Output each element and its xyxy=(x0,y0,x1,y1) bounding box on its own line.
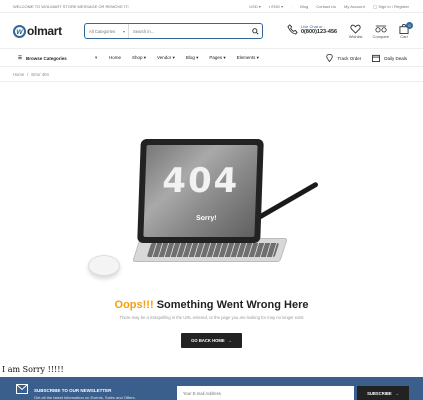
user-icon: ◯ xyxy=(372,4,378,9)
wishlist-button[interactable]: Wishlist xyxy=(349,24,363,39)
search-input[interactable] xyxy=(129,24,248,38)
tablet-illustration: 404 Sorry! xyxy=(137,139,264,243)
envelope-icon xyxy=(16,384,28,394)
signin-link[interactable]: ◯ Sign In / Register xyxy=(373,4,409,9)
breadcrumb: Home / Error 404 xyxy=(13,72,49,77)
breadcrumb-current: Error 404 xyxy=(31,72,49,77)
error-code-graphic: 404 xyxy=(161,161,241,201)
chevron-down-icon: ▾ xyxy=(122,28,125,34)
breadcrumb-bar: Home / Error 404 xyxy=(0,67,423,82)
newsletter-bar: SUBSCRIBE TO OUR NEWSLETTER Get all the … xyxy=(0,377,423,400)
arrow-right-icon: → xyxy=(227,338,232,343)
logo-text: olmart xyxy=(27,24,62,38)
welcome-text: WELCOME TO WOLMART STORE MESSAGE OR REMO… xyxy=(13,4,129,9)
go-back-home-button[interactable]: GO BACK HOME → xyxy=(181,333,242,348)
blog-link[interactable]: Blog xyxy=(300,4,308,9)
heart-icon xyxy=(350,24,361,34)
nav-item-elements[interactable]: Elements ▾ xyxy=(237,55,259,61)
logo[interactable]: w olmart xyxy=(13,24,62,38)
sorry-text: I am Sorry !!!!! xyxy=(2,365,64,374)
cart-count-badge: 0 xyxy=(406,22,413,29)
newsletter-email-input[interactable] xyxy=(177,386,354,400)
search-bar: All Categories ▾ xyxy=(84,23,263,39)
nav-menu: Home Shop ▾ Vendor ▾ Blog ▾ Pages ▾ Elem… xyxy=(109,55,259,61)
chevron-down-icon: ▾ xyxy=(95,55,98,60)
browse-categories-button[interactable]: ☰ Browse Categories ▾ xyxy=(18,55,97,61)
nav-right: Track Order Daily Deals xyxy=(326,54,407,62)
search-category-select[interactable]: All Categories ▾ xyxy=(85,24,129,38)
error-description: There may be a misspelling in the URL en… xyxy=(119,315,304,320)
screen-sorry-text: Sorry! xyxy=(195,215,217,222)
newsletter-title: SUBSCRIBE TO OUR NEWSLETTER xyxy=(34,388,112,393)
nav-item-home[interactable]: Home xyxy=(109,55,121,61)
main-nav: ☰ Browse Categories ▾ Home Shop ▾ Vendor… xyxy=(0,48,423,67)
header-icons: Wishlist Compare 0 Cart xyxy=(349,22,413,39)
calendar-icon xyxy=(372,54,381,62)
mouse-illustration xyxy=(88,255,120,276)
search-button[interactable] xyxy=(248,24,262,38)
currency-select[interactable]: USD ▾ xyxy=(249,4,261,9)
error-title: Oops!!! Something Went Wrong Here xyxy=(114,299,309,311)
daily-deals-link[interactable]: Daily Deals xyxy=(372,54,407,62)
top-bar-links: USD ▾ ▪ ENG ▾ | Blog Contact Us My Accou… xyxy=(249,4,409,9)
account-link[interactable]: My Account xyxy=(344,4,365,9)
compare-button[interactable]: Compare xyxy=(373,24,389,39)
phone-icon xyxy=(287,24,298,35)
newsletter-subtitle: Get all the latest information on Events… xyxy=(34,395,136,400)
location-icon xyxy=(326,54,334,62)
top-bar: WELCOME TO WOLMART STORE MESSAGE OR REMO… xyxy=(0,0,423,13)
compare-icon xyxy=(375,25,387,33)
breadcrumb-separator: / xyxy=(27,72,29,77)
live-chat[interactable]: Live Chat or : 0(800)123-456 xyxy=(287,24,337,35)
nav-item-vendor[interactable]: Vendor ▾ xyxy=(157,55,175,61)
logo-mark: w xyxy=(13,24,26,38)
language-select[interactable]: ▪ ENG ▾ xyxy=(269,4,283,9)
header: w olmart All Categories ▾ Live Chat or :… xyxy=(0,13,423,48)
nav-item-shop[interactable]: Shop ▾ xyxy=(132,55,146,61)
breadcrumb-home[interactable]: Home xyxy=(13,72,24,77)
track-order-link[interactable]: Track Order xyxy=(326,54,361,62)
tablet-screen: 404 Sorry! xyxy=(143,145,258,237)
cart-button[interactable]: 0 Cart xyxy=(399,22,413,39)
phone-number: 0(800)123-456 xyxy=(301,29,338,35)
error-hero: 404 Sorry! Oops!!! Something Went Wrong … xyxy=(0,83,423,375)
subscribe-button[interactable]: SUBSCRIBE → xyxy=(357,386,409,400)
nav-item-pages[interactable]: Pages ▾ xyxy=(209,55,225,61)
arrow-right-icon: → xyxy=(394,390,399,396)
nav-item-blog[interactable]: Blog ▾ xyxy=(186,55,199,61)
divider: | xyxy=(291,4,293,9)
contact-link[interactable]: Contact Us xyxy=(316,4,336,9)
menu-icon: ☰ xyxy=(18,55,23,60)
search-icon xyxy=(251,27,259,35)
